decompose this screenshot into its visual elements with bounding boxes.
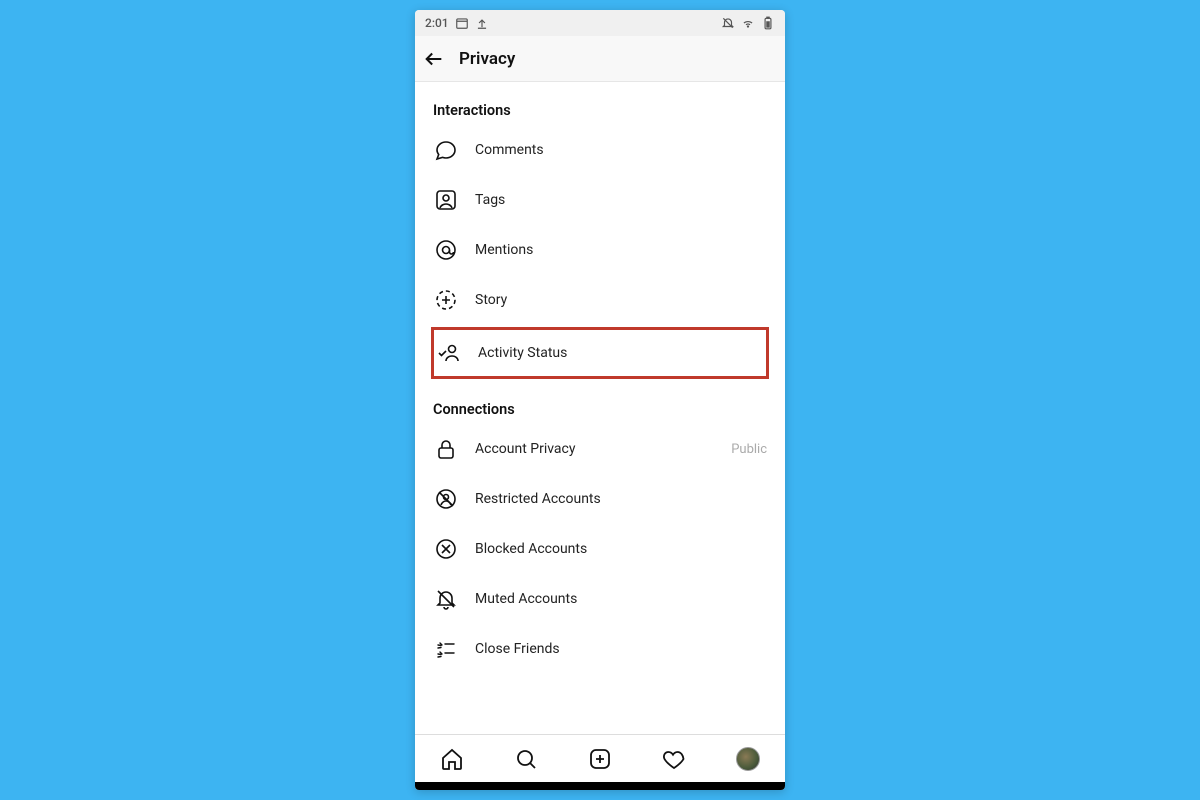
highlight-activity-status: Activity Status bbox=[431, 327, 769, 379]
wifi-icon bbox=[741, 16, 755, 30]
nav-activity[interactable] bbox=[654, 739, 694, 779]
row-label: Account Privacy bbox=[475, 441, 715, 457]
profile-avatar-icon bbox=[736, 747, 760, 771]
phone-frame: 2:01 Privacy Interactions Comments Tags bbox=[415, 10, 785, 790]
row-label: Activity Status bbox=[478, 345, 764, 361]
nav-search[interactable] bbox=[506, 739, 546, 779]
section-header-connections: Connections bbox=[415, 381, 785, 424]
row-label: Mentions bbox=[475, 242, 767, 258]
row-mentions[interactable]: Mentions bbox=[415, 225, 785, 275]
row-label: Blocked Accounts bbox=[475, 541, 767, 557]
row-story[interactable]: Story bbox=[415, 275, 785, 325]
nav-new-post[interactable] bbox=[580, 739, 620, 779]
plus-square-icon bbox=[588, 747, 612, 771]
status-clock: 2:01 bbox=[425, 16, 449, 30]
at-icon bbox=[433, 237, 459, 263]
section-header-interactions: Interactions bbox=[415, 82, 785, 125]
row-activity-status[interactable]: Activity Status bbox=[436, 340, 764, 366]
row-account-privacy[interactable]: Account Privacy Public bbox=[415, 424, 785, 474]
story-icon bbox=[433, 287, 459, 313]
muted-icon bbox=[433, 586, 459, 612]
app-bar: Privacy bbox=[415, 36, 785, 82]
row-label: Muted Accounts bbox=[475, 591, 767, 607]
lock-icon bbox=[433, 436, 459, 462]
blocked-icon bbox=[433, 536, 459, 562]
search-icon bbox=[514, 747, 538, 771]
row-restricted[interactable]: Restricted Accounts bbox=[415, 474, 785, 524]
row-comments[interactable]: Comments bbox=[415, 125, 785, 175]
upload-icon bbox=[475, 16, 489, 30]
comment-icon bbox=[433, 137, 459, 163]
row-label: Tags bbox=[475, 192, 767, 208]
tag-user-icon bbox=[433, 187, 459, 213]
activity-status-icon bbox=[436, 340, 462, 366]
restricted-icon bbox=[433, 486, 459, 512]
status-bar: 2:01 bbox=[415, 10, 785, 36]
nav-home[interactable] bbox=[432, 739, 472, 779]
bottom-nav bbox=[415, 734, 785, 782]
row-blocked[interactable]: Blocked Accounts bbox=[415, 524, 785, 574]
row-label: Restricted Accounts bbox=[475, 491, 767, 507]
home-icon bbox=[440, 747, 464, 771]
row-label: Close Friends bbox=[475, 641, 767, 657]
gesture-bar bbox=[545, 784, 655, 788]
bell-off-icon bbox=[721, 16, 735, 30]
nav-profile[interactable] bbox=[728, 739, 768, 779]
close-friends-icon bbox=[433, 636, 459, 662]
battery-icon bbox=[761, 16, 775, 30]
back-arrow-icon[interactable] bbox=[423, 48, 445, 70]
row-label: Story bbox=[475, 292, 767, 308]
row-label: Comments bbox=[475, 142, 767, 158]
heart-icon bbox=[662, 747, 686, 771]
page-title: Privacy bbox=[459, 49, 515, 69]
row-tags[interactable]: Tags bbox=[415, 175, 785, 225]
row-value: Public bbox=[731, 442, 767, 457]
settings-list: Interactions Comments Tags Mentions Stor… bbox=[415, 82, 785, 734]
row-close-friends[interactable]: Close Friends bbox=[415, 624, 785, 674]
calendar-icon bbox=[455, 16, 469, 30]
row-muted[interactable]: Muted Accounts bbox=[415, 574, 785, 624]
